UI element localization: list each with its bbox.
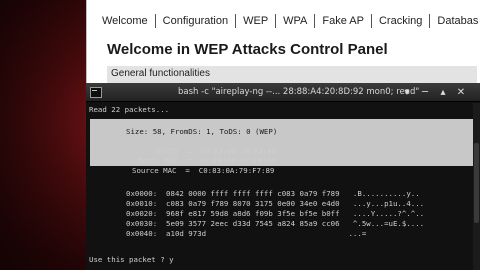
- hex-dump-row: 0x0020: 968f e817 59d8 a8d6 f09b 3f5e bf…: [126, 209, 425, 218]
- nav-wpa[interactable]: WPA: [276, 9, 314, 33]
- nav-welcome[interactable]: Welcome: [95, 9, 155, 33]
- main-nav: Welcome Configuration WEP WPA Fake AP Cr…: [95, 9, 480, 33]
- close-button[interactable]: ✕: [454, 86, 468, 100]
- section-header: General functionalities: [107, 66, 477, 83]
- page-title: Welcome in WEP Attacks Control Panel: [107, 41, 388, 58]
- web-control-panel: Welcome Configuration WEP WPA Fake AP Cr…: [86, 0, 480, 92]
- hex-dump-row: 0x0010: c083 0a79 f789 8070 3175 0e00 34…: [126, 199, 425, 208]
- menu-arrow-icon[interactable]: ▾: [400, 86, 414, 100]
- scrollbar-thumb[interactable]: [474, 143, 479, 223]
- confirm-prompt[interactable]: Use this packet ? y: [89, 255, 174, 264]
- hex-dump-row: 0x0030: 5e09 3577 2eec d33d 7545 a824 85…: [126, 219, 425, 228]
- terminal-window: bash -c "aireplay-ng --... 28:88:A4:20:8…: [86, 83, 480, 270]
- terminal-title: bash -c "aireplay-ng --... 28:88:A4:20:8…: [178, 87, 420, 97]
- maximize-button[interactable]: ▴: [436, 86, 450, 100]
- nav-wep[interactable]: WEP: [236, 9, 275, 33]
- dest-mac-line: Dest. MAC = FF:FF:FF:FF:FF:FF: [138, 156, 276, 165]
- terminal-titlebar[interactable]: bash -c "aireplay-ng --... 28:88:A4:20:8…: [86, 84, 480, 102]
- terminal-icon: [90, 87, 102, 98]
- read-packets-line: Read 22 packets...: [89, 105, 170, 114]
- terminal-scrollbar[interactable]: [473, 103, 480, 270]
- nav-configuration[interactable]: Configuration: [156, 9, 235, 33]
- packet-size-line: Size: 58, FromDS: 1, ToDS: 0 (WEP): [126, 127, 278, 136]
- nav-database[interactable]: Databas: [430, 9, 480, 33]
- source-mac-line: Source MAC = C0:83:0A:79:F7:89: [132, 166, 275, 175]
- hex-dump-row: 0x0000: 0842 0000 ffff ffff ffff c083 0a…: [126, 189, 420, 198]
- bssid-line: BSSID = C0:83:0A:79:F7:89: [156, 147, 277, 156]
- section-label: General functionalities: [111, 68, 210, 79]
- nav-cracking[interactable]: Cracking: [372, 9, 429, 33]
- nav-fake-ap[interactable]: Fake AP: [315, 9, 371, 33]
- minimize-button[interactable]: ─: [418, 86, 432, 100]
- terminal-output[interactable]: Read 22 packets... Size: 58, FromDS: 1, …: [86, 103, 480, 270]
- desktop-shade: [0, 0, 90, 270]
- hex-dump-row: 0x0040: a10d 973d ...=: [126, 229, 367, 238]
